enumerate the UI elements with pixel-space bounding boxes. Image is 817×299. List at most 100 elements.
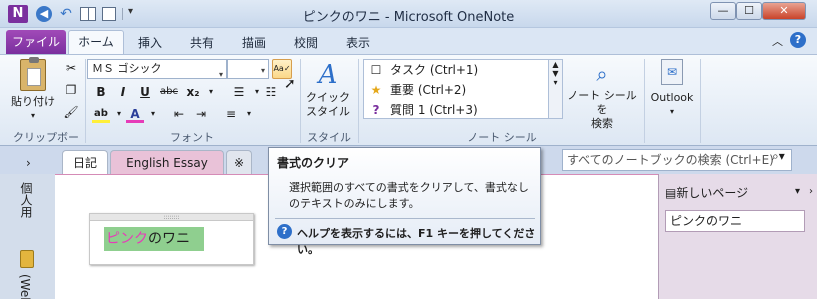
title-bar: N ◀ ↶ ▾ ピンクのワニ - Microsoft OneNote — ☐ ✕: [0, 0, 817, 28]
new-page-dropdown-icon[interactable]: ▾: [795, 186, 800, 197]
section-tab-diary[interactable]: 日記: [62, 150, 108, 174]
note-drag-handle[interactable]: ::::::::: [90, 214, 253, 221]
find-tags-label-1: ノート シールを: [567, 89, 637, 116]
find-tags-icon: ⌕: [596, 62, 608, 86]
tag-important[interactable]: ★ 重要 (Ctrl+2): [368, 80, 467, 100]
window-title: ピンクのワニ - Microsoft OneNote: [302, 10, 515, 25]
tag-question-label: 質問 1 (Ctrl+3): [390, 103, 478, 117]
highlight-button[interactable]: ab: [92, 105, 110, 123]
decrease-indent-icon[interactable]: ⇤: [170, 105, 188, 123]
tooltip: 書式のクリア 選択範囲のすべての書式をクリアして、書式なしのテキストのみにします…: [268, 147, 541, 256]
subscript-button[interactable]: x₂: [184, 83, 202, 101]
tag-task[interactable]: ☐ タスク (Ctrl+1): [368, 60, 479, 80]
font-size-combo[interactable]: ▾: [227, 59, 269, 79]
numbering-icon[interactable]: ☷: [262, 83, 280, 101]
tags-gallery-scroll[interactable]: ▲ ▼ ▾: [549, 59, 563, 119]
notebook-web-label: (Web): [18, 274, 32, 299]
quick-styles-icon: A: [318, 60, 338, 90]
font-color-dropdown-icon[interactable]: ▾: [144, 105, 162, 123]
outlook-dropdown-icon[interactable]: ▾: [648, 105, 696, 119]
notebook-sidebar: 個人用 (Web): [0, 174, 55, 299]
font-group-label: フォント: [170, 131, 214, 144]
minimize-button[interactable]: —: [710, 2, 736, 20]
paste-label: 貼り付け: [11, 95, 55, 108]
notebook-name[interactable]: 個人用: [18, 182, 35, 218]
subscript-dropdown-icon[interactable]: ▾: [202, 83, 220, 101]
tab-view[interactable]: 表示: [338, 32, 378, 54]
quick-styles-label-1: クイック: [306, 91, 350, 104]
tags-gallery[interactable]: ☐ タスク (Ctrl+1) ★ 重要 (Ctrl+2) ? 質問 1 (Ctrl+3…: [363, 59, 549, 119]
page-item[interactable]: ピンクのワニ: [665, 210, 805, 232]
ribbon: 貼り付け ▾ ✂ ❐ 🖌 クリップボード ＭＳ ゴシック ▾ ▾ Aa✓ B I…: [0, 54, 817, 160]
italic-button[interactable]: I: [114, 83, 132, 101]
tooltip-help-text: ヘルプを表示するには、F1 キーを押してください。: [297, 227, 536, 256]
group-separator: [644, 59, 645, 143]
new-section-tab[interactable]: ※: [226, 150, 252, 174]
paste-dropdown-icon[interactable]: ▾: [10, 109, 56, 123]
font-name-value: ＭＳ ゴシック: [92, 62, 162, 75]
pages-pane-collapse-icon[interactable]: ›: [809, 186, 813, 197]
help-icon[interactable]: ?: [790, 32, 806, 48]
close-button[interactable]: ✕: [762, 2, 806, 20]
font-color-button[interactable]: A: [126, 105, 144, 123]
outlook-button[interactable]: ✉ Outlook ▾: [648, 59, 696, 119]
tags-group-label: ノート シール: [467, 131, 537, 144]
mouse-cursor-icon: ➚: [284, 76, 296, 92]
tab-home[interactable]: ホーム: [68, 30, 124, 55]
paste-button[interactable]: 貼り付け ▾: [10, 57, 56, 123]
maximize-button[interactable]: ☐: [736, 2, 762, 20]
note-container[interactable]: :::::::: ピンクのワニ: [89, 213, 254, 265]
checkbox-icon: ☐: [370, 63, 382, 77]
notebook-icon[interactable]: [20, 250, 34, 268]
collapse-ribbon-icon[interactable]: ︿: [772, 33, 783, 49]
tab-review[interactable]: 校閲: [286, 32, 326, 54]
note-text-pink: ピンク: [106, 231, 148, 247]
align-icon[interactable]: ≡: [222, 105, 240, 123]
style-group-label: スタイル: [307, 131, 351, 144]
underline-button[interactable]: U: [136, 83, 154, 101]
note-text-rest: のワニ: [148, 231, 190, 247]
tab-draw[interactable]: 描画: [234, 32, 274, 54]
search-input[interactable]: すべてのノートブックの検索 (Ctrl+E): [562, 149, 792, 171]
outlook-label: Outlook: [650, 91, 694, 104]
search-icon[interactable]: ⌕▾: [772, 149, 785, 164]
section-tab-english-essay[interactable]: English Essay: [110, 150, 224, 174]
question-icon: ?: [372, 103, 380, 117]
group-separator: [700, 59, 701, 143]
note-text[interactable]: ピンクのワニ: [104, 227, 204, 251]
group-separator: [358, 59, 359, 143]
tag-question[interactable]: ? 質問 1 (Ctrl+3): [368, 100, 478, 120]
expand-navigation-icon[interactable]: ›: [26, 156, 31, 170]
ribbon-tab-bar: ファイル ホーム 挿入 共有 描画 校閲 表示 ︿ ?: [0, 28, 817, 55]
quick-styles-button[interactable]: A クイック スタイル: [302, 59, 354, 119]
tooltip-body: 選択範囲のすべての書式をクリアして、書式なしのテキストのみにします。: [289, 181, 529, 210]
bullets-icon[interactable]: ☰: [230, 83, 248, 101]
font-name-combo[interactable]: ＭＳ ゴシック ▾: [87, 59, 227, 79]
group-separator: [85, 59, 86, 143]
tab-file[interactable]: ファイル: [6, 30, 66, 54]
new-page-label: 新しいページ: [676, 186, 749, 200]
new-page-icon: ▤: [665, 186, 677, 200]
copy-icon[interactable]: ❐: [62, 81, 80, 99]
cut-icon[interactable]: ✂: [62, 59, 80, 77]
quick-styles-label-2: スタイル: [306, 105, 350, 118]
new-page-button[interactable]: ▤新しいページ: [665, 184, 748, 201]
increase-indent-icon[interactable]: ⇥: [192, 105, 210, 123]
font-size-dropdown-icon[interactable]: ▾: [261, 66, 265, 75]
strikethrough-button[interactable]: abc: [158, 83, 180, 101]
tag-task-label: タスク (Ctrl+1): [390, 63, 479, 77]
font-name-dropdown-icon[interactable]: ▾: [219, 66, 223, 84]
help-icon: ?: [277, 224, 292, 239]
bold-button[interactable]: B: [92, 83, 110, 101]
clipboard-icon: [20, 57, 46, 91]
align-dropdown-icon[interactable]: ▾: [240, 105, 258, 123]
find-tags-button[interactable]: ⌕ ノート シールを 検索: [566, 59, 638, 131]
tooltip-title: 書式のクリア: [277, 156, 350, 170]
tab-share[interactable]: 共有: [182, 32, 222, 54]
tooltip-separator: [275, 218, 535, 219]
tab-insert[interactable]: 挿入: [130, 32, 170, 54]
pages-pane: ▤新しいページ ▾ › ピンクのワニ: [658, 174, 817, 299]
tag-important-label: 重要 (Ctrl+2): [390, 83, 467, 97]
format-painter-icon[interactable]: 🖌: [62, 103, 80, 121]
star-icon: ★: [370, 83, 382, 97]
